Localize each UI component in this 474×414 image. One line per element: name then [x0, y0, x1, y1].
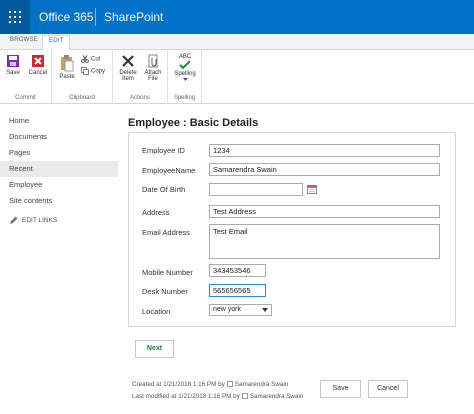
- attach-file-icon: [148, 54, 158, 68]
- cancel-icon: [32, 55, 44, 67]
- attach-file-label: Attach File: [144, 70, 162, 82]
- ribbon-cancel-button[interactable]: Cancel: [26, 54, 50, 76]
- save-label: Save: [6, 70, 20, 76]
- location-label: Location: [142, 307, 171, 316]
- actions-group: Delete Item Attach File Actions: [113, 50, 168, 104]
- presence-icon: [226, 381, 233, 388]
- paste-label: Paste: [59, 74, 75, 80]
- save-icon: [7, 55, 19, 67]
- employee-name-input[interactable]: Samarendra Swain: [209, 163, 440, 176]
- cancel-label: Cancel: [28, 70, 48, 76]
- abc-label: ABC: [178, 54, 192, 60]
- ribbon: Save Cancel Commit Paste Cut Copy Clipbo…: [0, 50, 474, 104]
- tab-browse[interactable]: BROWSE: [10, 37, 38, 43]
- nav-item-documents[interactable]: Documents: [0, 129, 118, 145]
- dob-label: Date Of Birth: [142, 185, 186, 194]
- app-launcher-button[interactable]: [0, 0, 30, 34]
- spelling-dropdown-icon: [182, 78, 188, 81]
- app-title[interactable]: SharePoint: [104, 10, 163, 24]
- created-by-link[interactable]: Samarendra Swain: [235, 381, 289, 388]
- spelling-group: ABC Spelling Spelling: [168, 50, 202, 104]
- spelling-group-label: Spelling: [173, 95, 196, 101]
- desk-input[interactable]: 565656565: [209, 284, 266, 297]
- attach-file-button[interactable]: Attach File: [141, 54, 165, 82]
- save-button[interactable]: Save: [320, 380, 361, 398]
- mobile-label: Mobile Number: [142, 268, 193, 277]
- waffle-icon: [9, 11, 21, 23]
- location-select[interactable]: new york: [209, 304, 272, 316]
- ribbon-save-button[interactable]: Save: [1, 54, 25, 76]
- cut-label: Cut: [91, 56, 101, 63]
- ribbon-tabs: BROWSE EDIT: [0, 34, 474, 51]
- desk-label: Desk Number: [142, 287, 188, 296]
- suite-bar: Office 365 SharePoint: [0, 0, 474, 34]
- cut-button[interactable]: Cut: [81, 55, 100, 63]
- employee-id-input[interactable]: 1234: [209, 144, 440, 157]
- clipboard-group-label: Clipboard: [69, 95, 95, 101]
- email-textarea[interactable]: Test Email: [209, 224, 440, 259]
- nav-item-home[interactable]: Home: [0, 113, 118, 129]
- presence-icon: [241, 393, 248, 400]
- spelling-label: Spelling: [174, 71, 196, 77]
- next-button[interactable]: Next: [135, 340, 174, 358]
- modified-by-link[interactable]: Samarendra Swain: [250, 393, 304, 400]
- tab-edit[interactable]: EDIT: [42, 35, 71, 51]
- quick-launch: Home Documents Pages Recent Employee Sit…: [0, 113, 118, 209]
- modified-text: Last modified at 1/21/2018 1:16 PM by: [132, 393, 240, 400]
- spell-check-icon: [179, 60, 191, 69]
- office365-brand[interactable]: Office 365: [39, 10, 93, 24]
- chevron-down-icon: [262, 308, 268, 312]
- copy-label: Copy: [91, 68, 106, 75]
- location-value: new york: [213, 306, 242, 313]
- commit-group-label: Commit: [15, 95, 36, 101]
- created-text: Created at 1/21/2018 1:16 PM by: [132, 381, 225, 388]
- dob-input[interactable]: [209, 183, 303, 196]
- cancel-button[interactable]: Cancel: [368, 380, 408, 398]
- address-input[interactable]: Test Address: [209, 205, 440, 218]
- employee-name-label: EmployeeName: [142, 166, 196, 175]
- page-title: Employee : Basic Details: [128, 117, 259, 129]
- copy-button[interactable]: Copy: [81, 67, 105, 75]
- nav-item-employee[interactable]: Employee: [0, 177, 118, 193]
- edit-links-button[interactable]: EDIT LINKS: [9, 216, 57, 225]
- employee-id-label: Employee ID: [142, 146, 185, 155]
- edit-links-label: EDIT LINKS: [22, 217, 58, 225]
- email-label: Email Address: [142, 228, 190, 237]
- delete-icon: [122, 55, 134, 67]
- nav-item-pages[interactable]: Pages: [0, 145, 118, 161]
- scissors-icon: [81, 55, 89, 63]
- copy-icon: [81, 67, 89, 75]
- clipboard-group: Paste Cut Copy Clipboard: [52, 50, 113, 104]
- paste-button[interactable]: Paste: [55, 54, 79, 80]
- delete-item-button[interactable]: Delete Item: [116, 54, 140, 82]
- nav-item-recent[interactable]: Recent: [0, 161, 118, 177]
- paste-icon: [61, 55, 74, 72]
- commit-group: Save Cancel Commit: [0, 50, 52, 104]
- actions-group-label: Actions: [130, 95, 150, 101]
- spelling-button[interactable]: ABC Spelling: [173, 54, 197, 81]
- created-info: Created at 1/21/2018 1:16 PM by Samarendr…: [132, 381, 288, 388]
- calendar-icon[interactable]: [307, 184, 317, 194]
- address-label: Address: [142, 208, 170, 217]
- mobile-input[interactable]: 343453546: [209, 264, 266, 277]
- pencil-icon: [10, 216, 18, 224]
- modified-info: Last modified at 1/21/2018 1:16 PM by Sam…: [132, 393, 303, 400]
- delete-item-label: Delete Item: [119, 70, 137, 82]
- nav-item-site-contents[interactable]: Site contents: [0, 193, 118, 209]
- brand-divider: [95, 8, 96, 26]
